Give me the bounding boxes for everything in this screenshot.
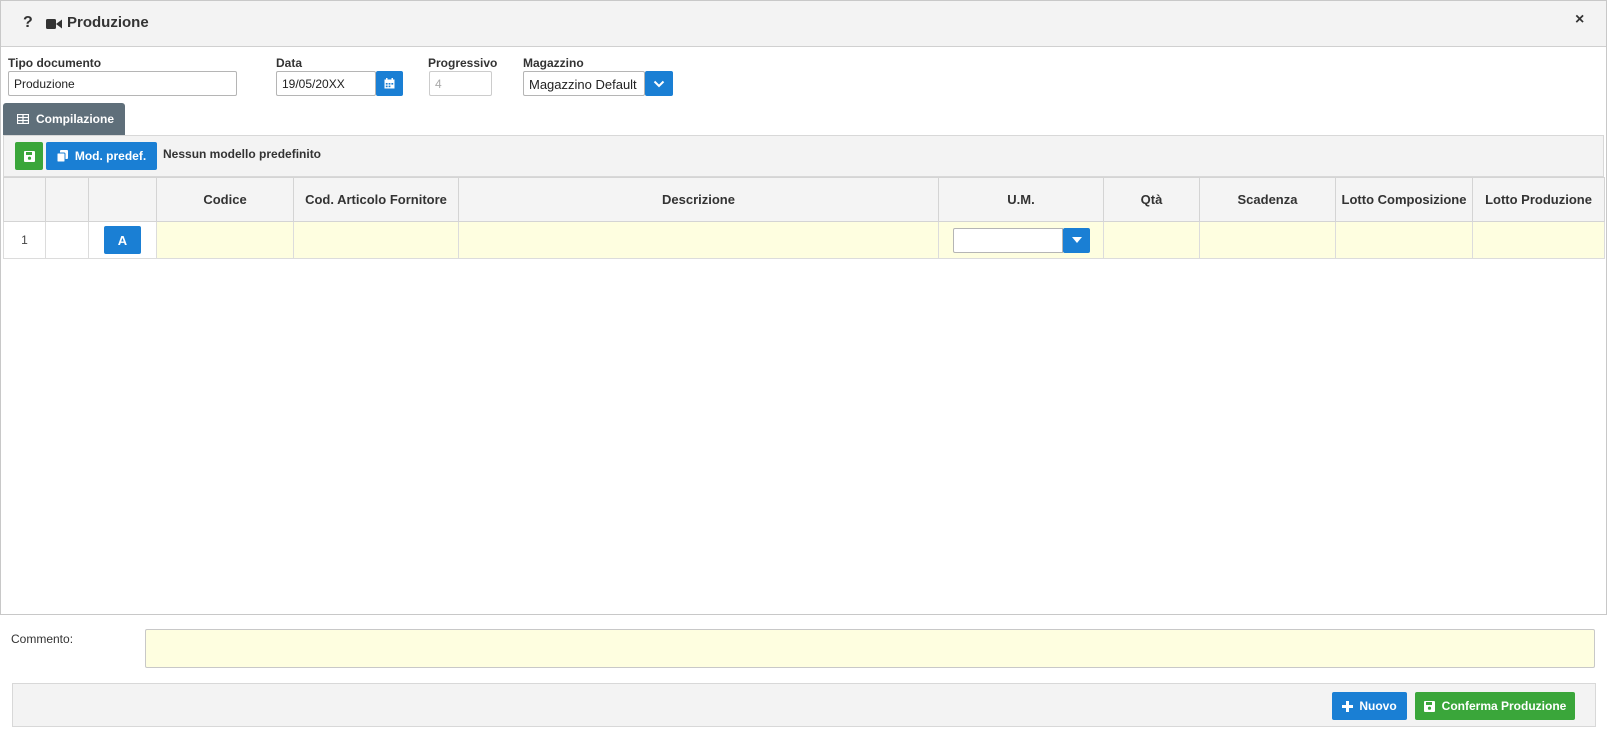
magazzino-select[interactable]: Magazzino Default <box>523 71 645 96</box>
lotto-composizione-cell[interactable] <box>1335 221 1473 259</box>
col-header-action <box>88 177 157 222</box>
production-window: ? Produzione × Tipo documento Produzione… <box>0 0 1607 615</box>
codice-cell[interactable] <box>156 221 294 259</box>
chevron-down-icon <box>653 80 665 87</box>
window-title: Produzione <box>67 14 149 31</box>
conferma-produzione-label: Conferma Produzione <box>1441 699 1567 713</box>
table-row: 1 A <box>3 221 1605 259</box>
um-cell <box>938 221 1104 259</box>
descrizione-cell[interactable] <box>458 221 939 259</box>
tab-label: Compilazione <box>36 112 115 126</box>
scadenza-cell[interactable] <box>1199 221 1336 259</box>
col-header-rownum <box>3 177 46 222</box>
commento-label: Commento: <box>11 632 74 646</box>
save-icon <box>1423 700 1435 712</box>
nuovo-label: Nuovo <box>1359 699 1397 713</box>
col-header-cod-articolo-fornitore[interactable]: Cod. Articolo Fornitore <box>293 177 459 222</box>
close-icon[interactable]: × <box>1575 11 1584 29</box>
progressivo-label: Progressivo <box>428 56 498 70</box>
col-header-qta[interactable]: Qtà <box>1103 177 1200 222</box>
col-header-lotto-produzione[interactable]: Lotto Produzione <box>1472 177 1605 222</box>
col-header-codice[interactable]: Codice <box>156 177 294 222</box>
um-select-field[interactable] <box>953 227 1063 253</box>
commento-field[interactable] <box>145 629 1595 668</box>
magazzino-label: Magazzino <box>523 56 584 70</box>
col-header-scadenza[interactable]: Scadenza <box>1199 177 1336 222</box>
default-model-status: Nessun modello predefinito <box>163 147 322 161</box>
cod-articolo-fornitore-cell[interactable] <box>293 221 459 259</box>
save-icon <box>23 150 35 162</box>
qta-cell[interactable] <box>1103 221 1200 259</box>
data-label: Data <box>276 56 303 70</box>
save-row-button[interactable] <box>15 142 43 170</box>
calendar-icon <box>384 78 395 89</box>
mod-predef-label: Mod. predef. <box>74 149 147 163</box>
row-number: 1 <box>3 221 46 259</box>
conferma-produzione-button[interactable]: Conferma Produzione <box>1415 692 1575 720</box>
grid-header-row: Codice Cod. Articolo Fornitore Descrizio… <box>3 177 1605 222</box>
help-icon[interactable]: ? <box>23 14 33 32</box>
col-header-lotto-composizione[interactable]: Lotto Composizione <box>1335 177 1473 222</box>
um-dropdown-button[interactable] <box>1063 227 1090 253</box>
magazzino-dropdown-button[interactable] <box>645 71 673 96</box>
row-select-cell[interactable] <box>45 221 89 259</box>
col-header-descrizione[interactable]: Descrizione <box>458 177 939 222</box>
caret-down-icon <box>1071 237 1082 243</box>
col-header-select <box>45 177 89 222</box>
row-action-button[interactable]: A <box>104 226 141 254</box>
calendar-button[interactable] <box>376 71 403 96</box>
nuovo-button[interactable]: Nuovo <box>1332 692 1407 720</box>
mod-predef-button[interactable]: Mod. predef. <box>46 142 157 170</box>
tipo-documento-field[interactable]: Produzione <box>8 71 237 96</box>
tipo-documento-label: Tipo documento <box>8 56 102 70</box>
tab-compilazione[interactable]: Compilazione <box>3 103 125 135</box>
col-header-um[interactable]: U.M. <box>938 177 1104 222</box>
progressivo-field: 4 <box>429 71 492 96</box>
plus-icon <box>1342 700 1354 712</box>
title-bar: ? Produzione × <box>1 1 1606 47</box>
copy-icon <box>56 150 68 162</box>
row-action-cell: A <box>88 221 157 259</box>
table-icon <box>17 114 29 124</box>
production-grid: Codice Cod. Articolo Fornitore Descrizio… <box>3 177 1605 259</box>
um-select[interactable] <box>953 227 1090 253</box>
video-camera-icon <box>46 19 62 29</box>
lotto-produzione-cell[interactable] <box>1472 221 1605 259</box>
data-field[interactable]: 19/05/20XX <box>276 71 376 96</box>
